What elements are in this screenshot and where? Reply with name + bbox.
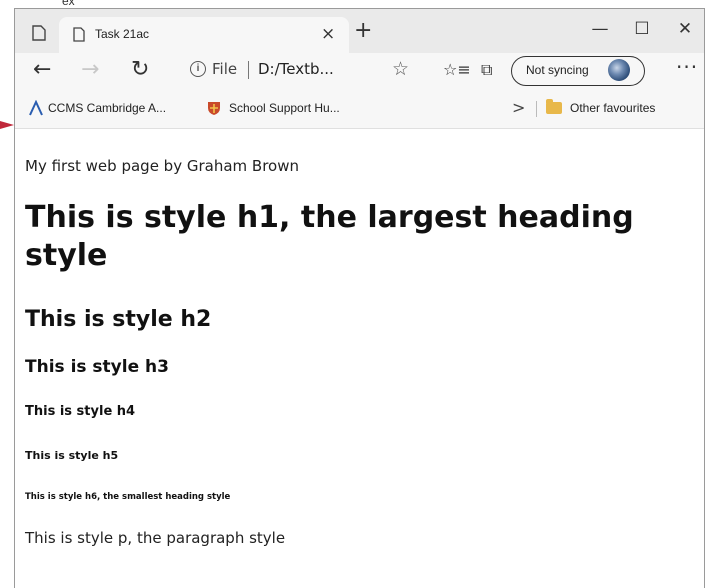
tab-close-icon[interactable]: ×: [321, 24, 335, 44]
tab-title: Task 21ac: [95, 27, 150, 41]
heading-h6: This is style h6, the smallest heading s…: [25, 492, 231, 502]
ccms-logo-icon: [29, 100, 43, 116]
heading-h4: This is style h4: [25, 404, 136, 419]
title-bar: Task 21ac × + — ☐ ✕: [15, 9, 704, 53]
info-icon[interactable]: i: [190, 61, 206, 77]
favorites-bar: CCMS Cambridge A... School Support Hu...…: [15, 89, 704, 129]
new-tab-button[interactable]: +: [354, 20, 372, 42]
caption-text: ex: [62, 0, 75, 8]
folder-icon: [546, 99, 562, 114]
address-divider: [248, 61, 249, 79]
heading-h1: This is style h1, the largest heading st…: [25, 200, 634, 273]
address-url[interactable]: D:/Textb...: [258, 60, 334, 78]
profile-sync-button[interactable]: Not syncing: [511, 56, 645, 86]
avatar: [608, 59, 630, 81]
browser-window: Task 21ac × + — ☐ ✕ ← → ↻ i File D:/Text…: [14, 8, 705, 588]
address-bar[interactable]: i File D:/Textb... ☆: [180, 57, 421, 85]
heading-h5: This is style h5: [25, 449, 119, 462]
toolbar: ← → ↻ i File D:/Textb... ☆ ☆≡ ⧉ Not sync…: [15, 53, 704, 89]
paragraph: This is style p, the paragraph style: [25, 529, 286, 547]
favorite-star-icon[interactable]: ☆: [392, 58, 409, 80]
more-options-icon[interactable]: ···: [676, 55, 698, 79]
page-icon: [73, 27, 85, 42]
maximize-button[interactable]: ☐: [628, 19, 656, 39]
bookmark-school-support[interactable]: School Support Hu...: [229, 101, 340, 115]
tab-actions-icon[interactable]: [32, 25, 46, 41]
heading-h2: This is style h2: [25, 307, 212, 332]
forward-button[interactable]: →: [81, 58, 99, 82]
school-shield-icon: [208, 102, 220, 115]
collections-icon[interactable]: ⧉: [481, 60, 492, 80]
caption-strip: ex: [0, 0, 709, 8]
heading-h3: This is style h3: [25, 357, 169, 377]
close-window-button[interactable]: ✕: [671, 19, 699, 39]
minimize-button[interactable]: —: [586, 19, 614, 39]
tab-task-21ac[interactable]: Task 21ac ×: [59, 17, 349, 53]
address-label: File: [212, 60, 238, 78]
favorites-icon[interactable]: ☆≡: [443, 60, 471, 79]
other-favourites[interactable]: Other favourites: [570, 101, 655, 115]
pointer-arrow-icon: [0, 121, 14, 129]
bookmark-ccms[interactable]: CCMS Cambridge A...: [48, 101, 166, 115]
page-intro: My first web page by Graham Brown: [25, 157, 299, 175]
back-button[interactable]: ←: [33, 58, 51, 82]
sync-label: Not syncing: [526, 63, 589, 77]
bookmarks-divider: [536, 101, 537, 117]
bookmarks-overflow-chevron-icon[interactable]: >: [512, 98, 525, 117]
refresh-button[interactable]: ↻: [131, 58, 149, 82]
